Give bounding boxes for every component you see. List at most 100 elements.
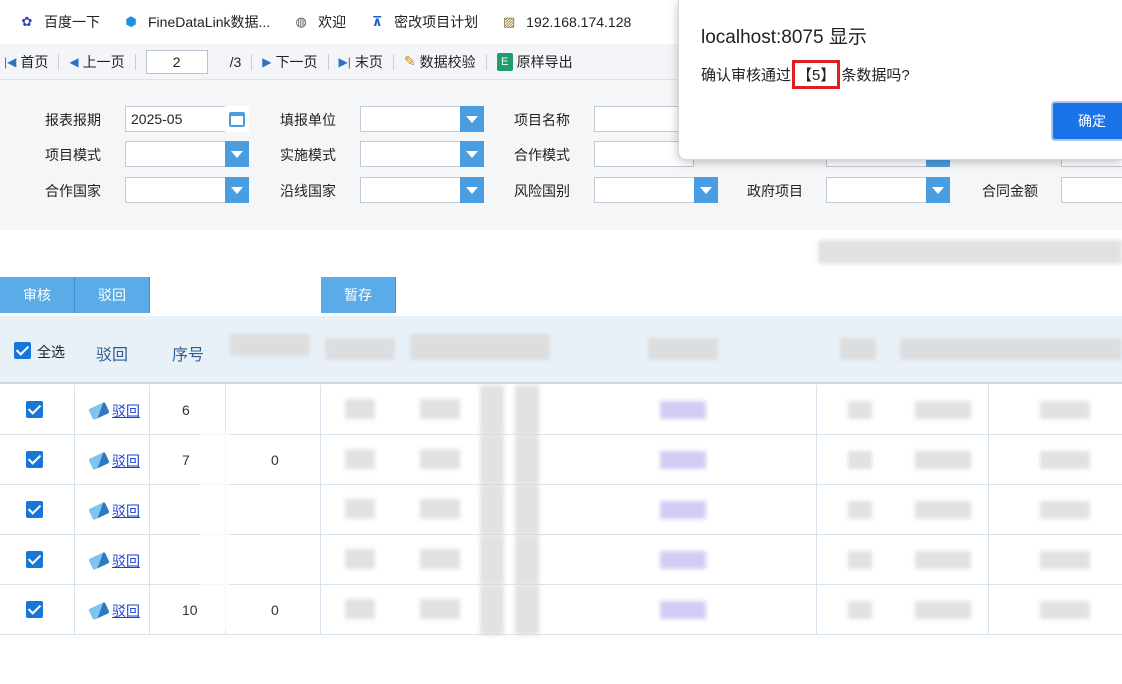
toolbar-divider xyxy=(485,53,487,70)
coop-country-select[interactable] xyxy=(125,177,249,203)
page-total: /3 xyxy=(229,53,242,70)
calendar-icon[interactable] xyxy=(225,106,249,132)
chevron-down-icon[interactable] xyxy=(225,177,249,203)
next-page-icon: ▶ xyxy=(262,54,272,69)
risk-country-label: 风险国别 xyxy=(514,183,570,199)
chevron-down-icon[interactable] xyxy=(460,177,484,203)
bookmark-label: FineDataLink数据... xyxy=(148,14,271,30)
row-checkbox[interactable] xyxy=(26,601,43,618)
row-reject-link[interactable]: 驳回 xyxy=(88,401,140,421)
row-seq: 6 xyxy=(182,402,190,418)
risk-country-select[interactable] xyxy=(594,177,718,203)
image-icon: ▨ xyxy=(503,14,516,29)
dialog-ok-button[interactable]: 确定 xyxy=(1051,101,1122,141)
bookmark-finedatalink[interactable]: ⬢ FineDataLink数据... xyxy=(122,12,270,32)
row-reject-link[interactable]: 驳回 xyxy=(88,451,140,471)
toolbar-divider xyxy=(392,53,394,70)
report-period-label: 报表报期 xyxy=(45,112,101,128)
chevron-down-icon[interactable] xyxy=(694,177,718,203)
redacted-header xyxy=(230,334,310,356)
redacted-cell xyxy=(915,451,971,469)
bookmark-welcome[interactable]: ◍ 欢迎 xyxy=(292,12,347,32)
project-name-label: 项目名称 xyxy=(514,112,570,128)
redacted-cell xyxy=(345,549,375,569)
contract-amount-input[interactable] xyxy=(1061,177,1122,203)
redacted-cell xyxy=(848,401,872,419)
project-mode-select[interactable] xyxy=(125,141,249,167)
bookmark-label: 192.168.174.128 xyxy=(526,14,632,30)
redacted-cell xyxy=(1040,501,1090,519)
table-row: 驳回 xyxy=(0,535,1122,585)
export-button[interactable]: E 原样导出 xyxy=(496,52,573,72)
reject-column-header: 驳回 xyxy=(96,347,129,364)
bookmark-project-plan[interactable]: ⊼ 密改项目计划 xyxy=(368,12,478,32)
row-reject-label: 驳回 xyxy=(112,553,140,569)
bookmark-baidu[interactable]: ✿ 百度一下 xyxy=(18,12,100,32)
first-page-icon: |◀ xyxy=(4,54,17,69)
row-reject-link[interactable]: 驳回 xyxy=(88,501,140,521)
prev-page-label: 上一页 xyxy=(82,53,125,70)
dialog-count-highlight: 【5】 xyxy=(792,60,841,89)
report-period-input[interactable]: 2025-05 xyxy=(125,106,249,132)
first-page-label: 首页 xyxy=(20,53,49,70)
redacted-cell xyxy=(480,485,504,535)
next-page-button[interactable]: ▶ 下一页 xyxy=(262,52,317,72)
approve-button[interactable]: 审核 xyxy=(0,277,75,313)
redacted-text xyxy=(818,240,1122,264)
dialog-message-prefix: 确认审核通过 xyxy=(701,67,792,84)
row-reject-link[interactable]: 驳回 xyxy=(88,601,140,621)
coop-mode-label: 合作模式 xyxy=(514,147,570,163)
redacted-cell xyxy=(1040,551,1090,569)
bookmark-label: 密改项目计划 xyxy=(394,14,479,30)
save-draft-button[interactable]: 暂存 xyxy=(321,277,396,313)
unit-select[interactable] xyxy=(360,106,484,132)
chevron-down-icon[interactable] xyxy=(225,141,249,167)
next-page-label: 下一页 xyxy=(275,53,318,70)
row-value: 0 xyxy=(271,452,279,468)
row-reject-link[interactable]: 驳回 xyxy=(88,551,140,571)
row-seq: 7 xyxy=(182,452,190,468)
eraser-icon xyxy=(88,401,110,421)
row-cell xyxy=(321,485,817,535)
first-page-button[interactable]: |◀ 首页 xyxy=(4,52,48,72)
reject-button[interactable]: 驳回 xyxy=(75,277,150,313)
row-reject-label: 驳回 xyxy=(112,403,140,419)
redacted-cell xyxy=(420,599,460,619)
eraser-icon xyxy=(88,601,110,621)
row-checkbox[interactable] xyxy=(26,551,43,568)
impl-mode-select[interactable] xyxy=(360,141,484,167)
row-cell xyxy=(321,435,817,485)
redacted-cell xyxy=(515,435,539,485)
chevron-down-icon[interactable] xyxy=(460,106,484,132)
redacted-cell xyxy=(660,451,706,469)
redacted-cell xyxy=(480,535,504,585)
validate-data-button[interactable]: ✎ 数据校验 xyxy=(404,52,476,72)
grid-header: 全选 驳回 序号 xyxy=(0,316,1122,384)
redacted-cell xyxy=(345,599,375,619)
redacted-cell xyxy=(480,435,504,485)
redacted-cell xyxy=(515,485,539,535)
gov-project-label: 政府项目 xyxy=(747,183,803,199)
bookmark-ip[interactable]: ▨ 192.168.174.128 xyxy=(500,13,631,31)
redacted-cell xyxy=(660,401,706,419)
gov-project-select[interactable] xyxy=(826,177,950,203)
page-number-input[interactable]: 2 xyxy=(145,49,208,74)
route-country-select[interactable] xyxy=(360,177,484,203)
row-checkbox[interactable] xyxy=(26,401,43,418)
redacted-cell xyxy=(848,551,872,569)
last-page-button[interactable]: ▶| 末页 xyxy=(339,52,383,72)
last-page-label: 末页 xyxy=(354,53,383,70)
last-page-icon: ▶| xyxy=(338,54,351,69)
select-all-checkbox[interactable] xyxy=(14,342,31,359)
chevron-down-icon[interactable] xyxy=(460,141,484,167)
row-seq: 10 xyxy=(182,602,198,618)
validate-label: 数据校验 xyxy=(419,53,476,70)
prev-page-button[interactable]: ◀ 上一页 xyxy=(69,52,124,72)
row-checkbox[interactable] xyxy=(26,451,43,468)
seq-column-header: 序号 xyxy=(172,347,205,364)
redacted-cell xyxy=(480,385,504,435)
bookmark-label: 百度一下 xyxy=(44,14,100,30)
cube-icon: ⬢ xyxy=(125,14,137,29)
chevron-down-icon[interactable] xyxy=(926,177,950,203)
row-checkbox[interactable] xyxy=(26,501,43,518)
